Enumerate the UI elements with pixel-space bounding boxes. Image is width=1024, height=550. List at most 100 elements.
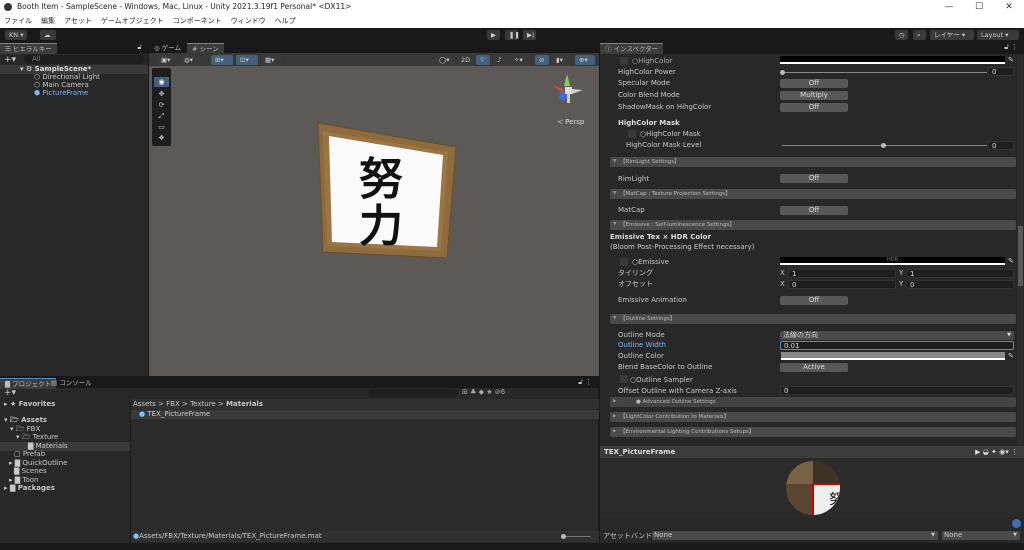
menu-edit[interactable]: 編集 (41, 14, 55, 28)
outline-width-field[interactable]: 0.01 (780, 341, 1014, 350)
lock-icon[interactable]: 🔓︎ ⋮ (1004, 43, 1018, 52)
rimlight-button[interactable]: Off (780, 174, 848, 183)
breadcrumb-texture[interactable]: Texture (190, 400, 216, 408)
minimize-button[interactable]: — (934, 0, 964, 14)
emissive-hdr-swatch[interactable]: HDR (780, 257, 1005, 265)
folder-assets[interactable]: ▾ 🗁︎ Assets (4, 416, 47, 425)
lighting-toggle[interactable]: 💡︎ (476, 55, 490, 65)
hidden-objects-toggle[interactable]: ⊘ (535, 55, 549, 65)
add-button[interactable]: +▾ (4, 55, 16, 65)
cloud-icon[interactable]: ☁ (40, 30, 56, 40)
tab-hierarchy[interactable]: ☰ ヒエラルキー (0, 43, 57, 54)
menu-window[interactable]: ウィンドウ (231, 14, 266, 28)
outline-color-swatch[interactable] (781, 352, 1005, 360)
effects-dropdown[interactable]: ✧▾ (510, 55, 530, 65)
offset-x-field[interactable]: 0 (788, 280, 896, 289)
outline-settings-header[interactable]: 【Outline Settings】 (610, 314, 1016, 324)
hierarchy-item-pictureframe[interactable]: ⬢ PictureFrame (34, 89, 88, 98)
asset-bundle-variant-dropdown[interactable]: None ▼ (942, 531, 1020, 540)
favorites-item[interactable]: ▸ ★ Favorites (4, 400, 55, 409)
2d-toggle[interactable]: 2D (457, 55, 473, 65)
search-icon[interactable]: ⌕ (913, 30, 926, 40)
gizmo-grid-dropdown[interactable]: ▦▾ (261, 55, 281, 65)
asset-item[interactable]: ● TEX_PictureFrame (131, 410, 599, 419)
slider-knob[interactable] (561, 534, 566, 539)
menu-help[interactable]: ヘルプ (275, 14, 296, 28)
hierarchy-search-input[interactable]: All (24, 55, 145, 64)
increment-snap-dropdown[interactable]: ⊡▾ (236, 55, 258, 65)
slider-knob[interactable] (881, 143, 886, 148)
close-button[interactable]: ✕ (994, 0, 1024, 14)
breadcrumb-fbx[interactable]: FBX (166, 400, 180, 408)
highcolor-mask-level-field[interactable]: 0 (988, 141, 1014, 150)
lightcolor-header[interactable]: 【LightColor Contribution to Materials】 (610, 412, 1016, 422)
highcolor-power-slider[interactable] (782, 72, 987, 73)
shadowmask-button[interactable]: Off (780, 103, 848, 112)
inspector-scrollbar[interactable] (1018, 56, 1023, 446)
breadcrumb-assets[interactable]: Assets (133, 400, 156, 408)
grid-snap-dropdown[interactable]: ⊞▾ (211, 55, 233, 65)
matcap-settings-header[interactable]: 【MatCap : Texture Projection Settings】 (610, 189, 1016, 199)
search-filter-icons[interactable]: ⊞ ♣ ◆ ★ ⊘6 (462, 388, 505, 396)
pause-button[interactable]: ❚❚ (505, 30, 520, 40)
outline-sampler-checkbox[interactable] (620, 375, 628, 383)
layers-dropdown[interactable]: レイヤー ▾ (930, 30, 974, 40)
offset-y-field[interactable]: 0 (906, 280, 1014, 289)
menu-gameobject[interactable]: ゲームオブジェクト (101, 14, 164, 28)
step-button[interactable]: ▶| (523, 30, 536, 40)
eyedropper-icon[interactable]: ✎ (1008, 257, 1014, 265)
offset-z-field[interactable]: 0 (780, 386, 1014, 395)
render-mode-dropdown[interactable]: ◍▾ (180, 55, 200, 65)
tab-inspector[interactable]: ⓘ インスペクター (600, 43, 664, 54)
material-preview[interactable]: 努 (600, 458, 1024, 518)
label-tag-icon[interactable] (1012, 519, 1021, 528)
matcap-button[interactable]: Off (780, 206, 848, 215)
layout-dropdown[interactable]: Layout ▾ (977, 30, 1019, 40)
outline-mode-dropdown[interactable]: 法線の方向 ▼ (780, 331, 1014, 340)
account-button[interactable]: KN ▾ (5, 30, 28, 40)
breadcrumb-materials[interactable]: Materials (226, 400, 263, 408)
preview-controls[interactable]: ▶ ◒ ✦ ◉▾ ⋮ (975, 446, 1018, 458)
tab-console[interactable]: ▤ コンソール (46, 378, 97, 389)
rimlight-settings-header[interactable]: 【RimLight Settings】 (610, 157, 1016, 167)
create-button[interactable]: +▾ (4, 388, 16, 398)
camera-dropdown[interactable]: ▮▾ (552, 55, 572, 65)
maximize-button[interactable]: ☐ (964, 0, 994, 14)
highcolor-checkbox[interactable] (620, 57, 628, 65)
project-search-input[interactable] (368, 389, 458, 397)
menu-file[interactable]: ファイル (4, 14, 32, 28)
tiling-y-field[interactable]: 1 (906, 269, 1014, 278)
highcolor-power-field[interactable]: 0 (988, 67, 1014, 76)
advanced-outline-foldout[interactable]: ● Advanced Outline Settings (610, 397, 1016, 407)
shading-dropdown[interactable]: ◯▾ (435, 55, 455, 65)
highcolor-mask-checkbox[interactable] (628, 130, 636, 138)
emissive-checkbox[interactable] (620, 258, 628, 266)
play-button[interactable]: ▶ (487, 30, 500, 40)
highcolor-swatch[interactable] (780, 56, 1005, 64)
emissive-animation-button[interactable]: Off (780, 296, 848, 305)
folder-prefab[interactable]: ▢ Prefab (14, 450, 45, 459)
scene-viewport[interactable]: 努 力 (149, 66, 599, 376)
history-icon[interactable]: ◷ (895, 30, 908, 40)
blend-basecolor-button[interactable]: Active (780, 363, 848, 372)
draw-mode-dropdown[interactable]: ▣▾ (157, 55, 177, 65)
folder-texture[interactable]: ▾ 🗁︎ Texture (16, 433, 58, 442)
emissive-settings-header[interactable]: 【Emissive : Self-luminescence Settings】 (610, 220, 1016, 230)
lock-icon[interactable]: 🔓︎ ⋮ (578, 378, 592, 387)
menu-assets[interactable]: アセット (64, 14, 92, 28)
eyedropper-icon[interactable]: ✎ (1008, 56, 1014, 64)
audio-toggle[interactable]: ♪ (493, 55, 507, 65)
gizmos-dropdown[interactable]: ⊕▾ (575, 55, 595, 65)
lock-icon[interactable]: 🔓︎ (137, 43, 142, 52)
folder-packages[interactable]: ▸ ▇ Packages (4, 484, 55, 493)
color-blend-mode-button[interactable]: Multiply (780, 91, 848, 100)
folder-scenes[interactable]: ▇ Scenes (14, 467, 47, 476)
specular-mode-button[interactable]: Off (780, 79, 848, 88)
tiling-x-field[interactable]: 1 (788, 269, 896, 278)
environmental-header[interactable]: 【Environmental Lighting Contributions Se… (610, 427, 1016, 437)
menu-component[interactable]: コンポーネント (173, 14, 222, 28)
eyedropper-icon[interactable]: ✎ (1008, 352, 1014, 360)
asset-bundle-dropdown[interactable]: None ▼ (652, 531, 938, 540)
slider-knob[interactable] (780, 70, 785, 75)
icon-size-slider[interactable] (563, 536, 591, 537)
